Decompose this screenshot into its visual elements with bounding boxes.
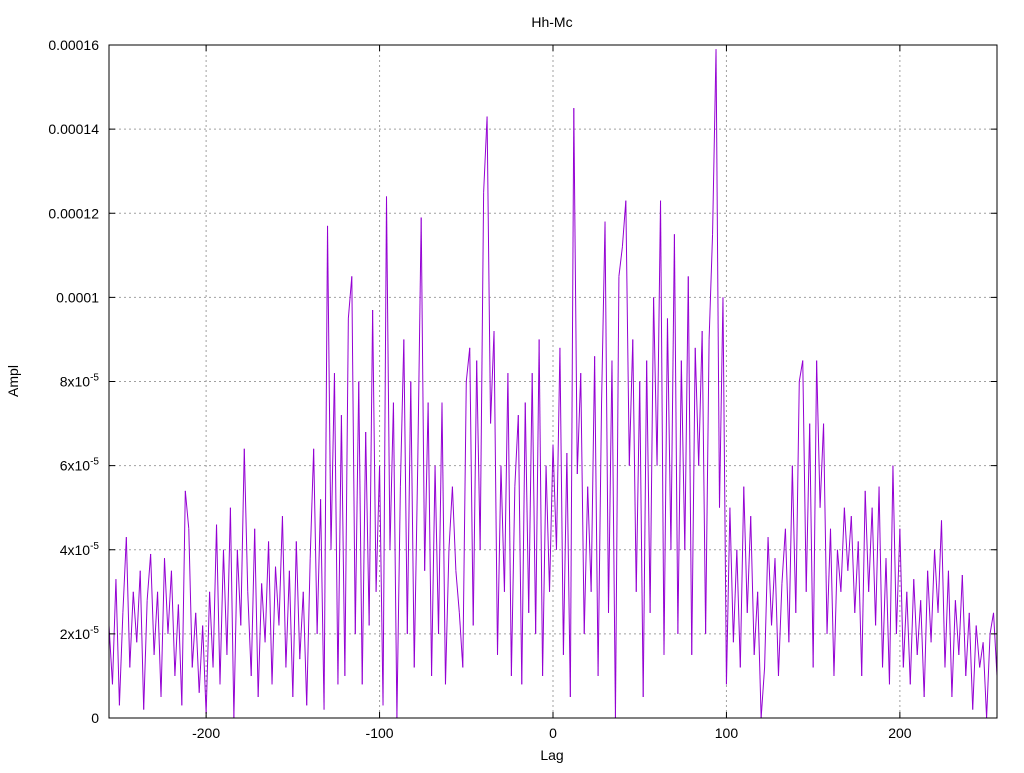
y-tick-label-base: 4x10: [60, 542, 91, 558]
y-tick-label-exponent: -5: [90, 541, 99, 552]
y-tick-label: 0.00012: [48, 205, 99, 221]
x-tick-label: 100: [715, 725, 739, 741]
y-tick-label-base: 0.00012: [48, 205, 99, 221]
x-tick-label: -200: [192, 725, 220, 741]
y-tick-label-exponent: -5: [90, 457, 99, 468]
y-tick-label: 0.00016: [48, 37, 99, 53]
chart-title: Hh-Mc: [531, 14, 572, 30]
x-tick-label: 200: [888, 725, 912, 741]
y-tick-label-base: 0.00016: [48, 37, 99, 53]
y-tick-label: 0.0001: [56, 289, 99, 305]
x-tick-label: 0: [549, 725, 557, 741]
x-tick-label: -100: [366, 725, 394, 741]
y-tick-label-base: 0.0001: [56, 289, 99, 305]
y-tick-label-base: 0.00014: [48, 121, 99, 137]
chart: -200 -100 0 100 20002x10-54x10-56x10-58x10-5…: [0, 0, 1024, 768]
y-tick-label: 0.00014: [48, 121, 99, 137]
y-axis-label: Ampl: [5, 365, 21, 397]
y-tick-label-exponent: -5: [90, 625, 99, 636]
y-tick-label: 0: [91, 710, 99, 726]
y-tick-label-base: 0: [91, 710, 99, 726]
x-axis-label: Lag: [540, 747, 563, 763]
y-tick-label-exponent: -5: [90, 373, 99, 384]
y-tick-label-base: 2x10: [60, 626, 91, 642]
y-tick-label-base: 6x10: [60, 458, 91, 474]
y-tick-label-base: 8x10: [60, 374, 91, 390]
